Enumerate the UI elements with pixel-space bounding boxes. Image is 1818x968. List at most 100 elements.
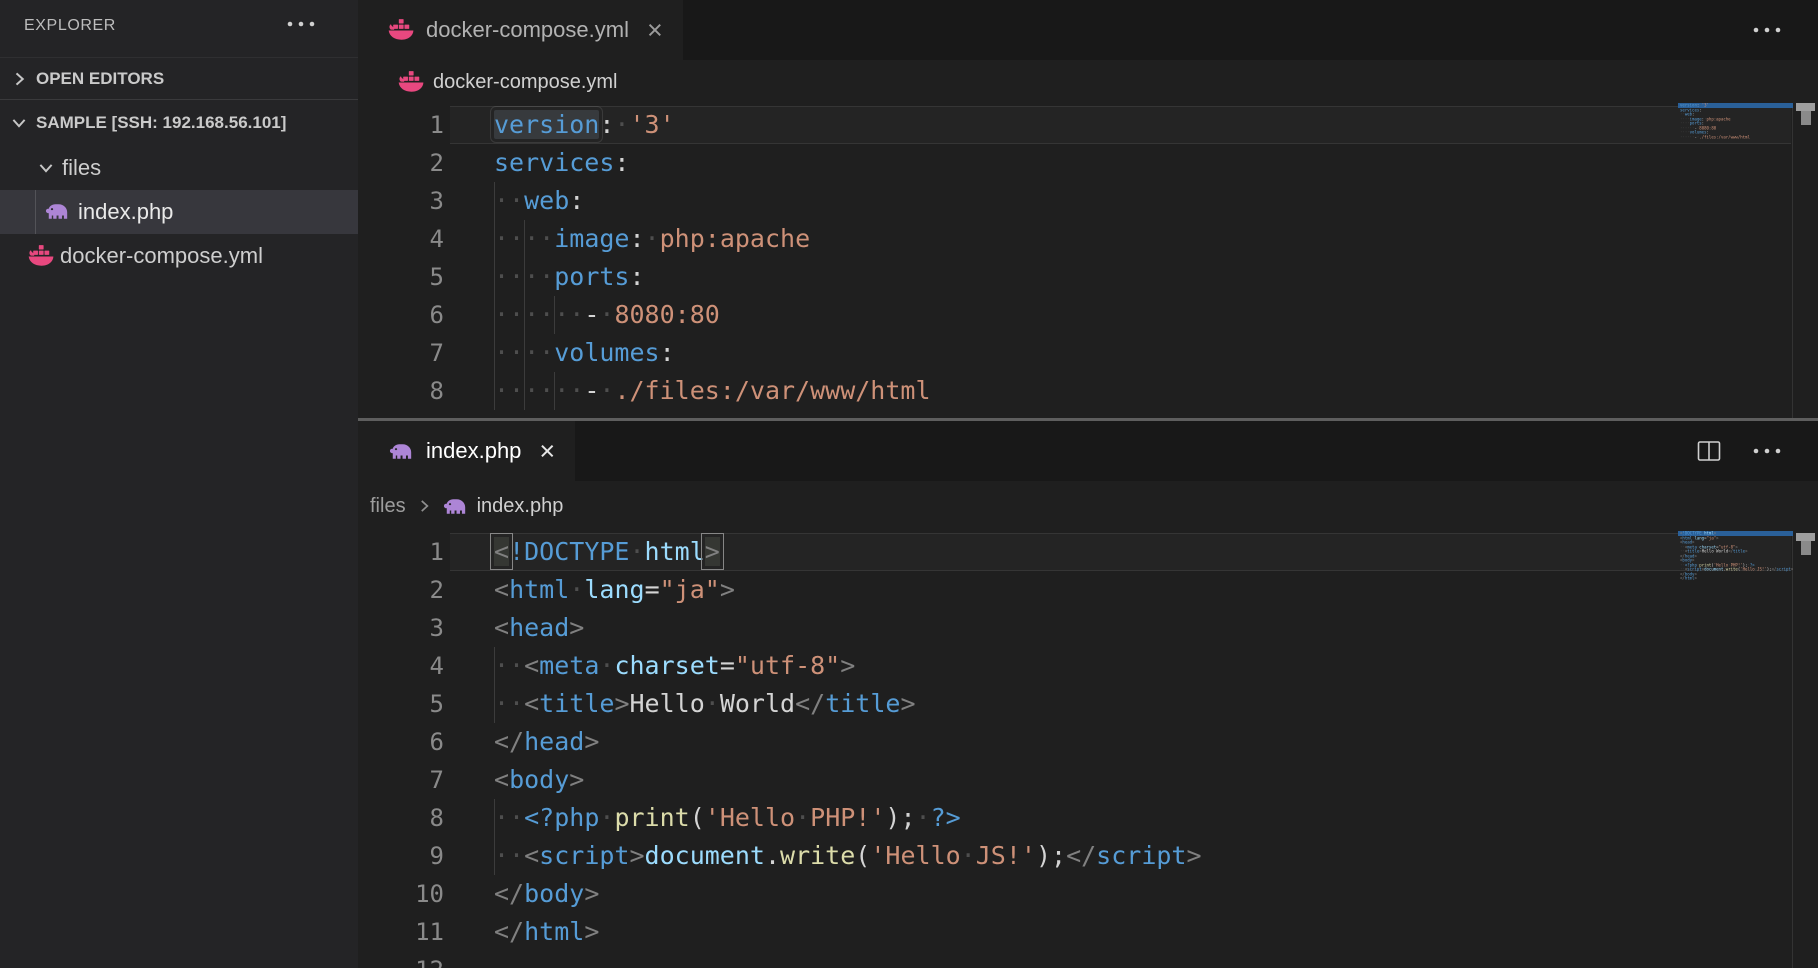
code-line[interactable]: 10 </body> — [358, 875, 1818, 913]
code-editor-index-php[interactable]: 1<!DOCTYPE·html>2<html·lang="ja">3<head>… — [358, 531, 1818, 968]
code-line[interactable]: 7<body> — [358, 761, 1818, 799]
tree-item-index-php[interactable]: index.php — [0, 190, 358, 234]
tree-item-docker-compose-yml[interactable]: docker-compose.yml — [0, 234, 358, 278]
line-number[interactable]: 9 — [358, 410, 444, 418]
minimap-line: </html> — [1680, 576, 1697, 581]
code-line[interactable]: 4····image:·php:apache — [358, 220, 1818, 258]
section-workspace-sample[interactable]: SAMPLE [SSH: 192.168.56.101] — [0, 99, 358, 145]
line-number[interactable]: 9 — [358, 837, 444, 875]
code-text: <!DOCTYPE·html> — [494, 533, 720, 571]
more-actions-icon[interactable] — [1752, 447, 1782, 455]
scrollbar-thumb[interactable] — [1801, 541, 1811, 555]
code-text: <head> — [494, 609, 584, 647]
line-number[interactable]: 7 — [358, 334, 444, 372]
line-number[interactable]: 11 — [358, 913, 444, 951]
line-number[interactable]: 8 — [358, 372, 444, 410]
tree-item-label: index.php — [78, 199, 173, 225]
close-icon[interactable]: × — [539, 438, 555, 465]
tab-label: docker-compose.yml — [426, 17, 629, 43]
code-line[interactable]: 2<html·lang="ja"> — [358, 571, 1818, 609]
editor-split-sash[interactable] — [358, 418, 1818, 421]
line-number[interactable]: 2 — [358, 144, 444, 182]
line-number[interactable]: 8 — [358, 799, 444, 837]
code-text: </body> — [494, 875, 599, 913]
breadcrumb: files index.php — [358, 481, 1818, 531]
explorer-title: EXPLORER — [24, 17, 116, 35]
tab-bar: docker-compose.yml × — [358, 0, 1818, 60]
tree-indent-guide — [35, 190, 36, 234]
line-number[interactable]: 1 — [358, 106, 444, 144]
scrollbar-thumb[interactable] — [1796, 533, 1815, 541]
php-icon — [442, 496, 468, 516]
minimap[interactable]: version:·'3'services:··web:····image:·ph… — [1678, 103, 1793, 145]
code-line[interactable]: 6 ······-·8080:80 — [358, 296, 1818, 334]
code-line[interactable]: 9 — [358, 410, 1818, 418]
code-line[interactable]: 4··<meta·charset="utf-8"> — [358, 647, 1818, 685]
code-text: </head> — [494, 723, 599, 761]
code-line[interactable]: 11</html> — [358, 913, 1818, 951]
line-number[interactable]: 1 — [358, 533, 444, 571]
code-line[interactable]: 6 </head> — [358, 723, 1818, 761]
php-icon — [44, 201, 70, 221]
section-label: SAMPLE [SSH: 192.168.56.101] — [36, 113, 286, 133]
line-number[interactable]: 5 — [358, 258, 444, 296]
chevron-down-icon — [36, 158, 56, 178]
line-number[interactable]: 3 — [358, 182, 444, 220]
line-number[interactable]: 5 — [358, 685, 444, 723]
scrollbar-thumb[interactable] — [1801, 111, 1811, 125]
explorer-more-icon[interactable] — [286, 20, 316, 28]
code-line[interactable]: 1 <!DOCTYPE·html> — [358, 533, 1818, 571]
section-open-editors[interactable]: OPEN EDITORS — [0, 57, 358, 99]
code-text: ····ports: — [494, 258, 645, 296]
chevron-down-icon — [9, 113, 29, 133]
line-number[interactable]: 10 — [358, 875, 444, 913]
line-number[interactable]: 2 — [358, 571, 444, 609]
breadcrumb-item[interactable]: index.php — [477, 495, 564, 518]
code-line[interactable]: 8 ··<?php·print('Hello·PHP!');·?> — [358, 799, 1818, 837]
code-line[interactable]: 7····volumes: — [358, 334, 1818, 372]
split-editor-icon[interactable] — [1696, 438, 1722, 464]
section-label: OPEN EDITORS — [36, 69, 164, 89]
line-number[interactable]: 12 — [358, 951, 444, 968]
docker-icon — [388, 19, 414, 41]
code-line[interactable]: 9··<script>document.write('Hello·JS!');<… — [358, 837, 1818, 875]
code-text: version:·'3' — [494, 106, 675, 144]
breadcrumb: docker-compose.yml — [358, 60, 1818, 104]
code-line[interactable]: 8······-·./files:/var/www/html — [358, 372, 1818, 410]
explorer-header: EXPLORER — [0, 0, 358, 56]
explorer-sidebar: EXPLORER OPEN EDITORS SAMPLE [SSH: 192.1… — [0, 0, 358, 968]
code-line[interactable]: 3 <head> — [358, 609, 1818, 647]
code-text: ··<?php·print('Hello·PHP!');·?> — [494, 799, 961, 837]
code-line[interactable]: 12 — [358, 951, 1818, 968]
code-line[interactable]: 3··web: — [358, 182, 1818, 220]
tab-docker-compose[interactable]: docker-compose.yml × — [358, 0, 683, 60]
minimap-line: ······-·./files:/var/www/html — [1680, 135, 1750, 140]
code-line[interactable]: 5··<title>Hello·World</title> — [358, 685, 1818, 723]
line-number[interactable]: 6 — [358, 723, 444, 761]
vscode-window: EXPLORER OPEN EDITORS SAMPLE [SSH: 192.1… — [0, 0, 1818, 968]
close-icon[interactable]: × — [647, 17, 663, 44]
tree-item-files[interactable]: files — [0, 146, 358, 190]
code-editor-docker-compose[interactable]: 1 version:·'3'2services:3··web:4····image… — [358, 104, 1818, 418]
line-number[interactable]: 4 — [358, 220, 444, 258]
editor-group-bottom: index.php × files index.php 1 <!DOCTYPE·h… — [358, 421, 1818, 968]
breadcrumb-item[interactable]: files — [370, 495, 406, 518]
minimap[interactable]: <!DOCTYPE·html><html·lang="ja"><head>··<… — [1678, 531, 1793, 587]
code-text: ······-·8080:80 — [494, 296, 720, 334]
code-line[interactable]: 1 version:·'3' — [358, 106, 1818, 144]
line-number[interactable]: 3 — [358, 609, 444, 647]
scrollbar-thumb[interactable] — [1796, 103, 1815, 111]
tab-index-php[interactable]: index.php × — [358, 421, 575, 481]
code-line[interactable]: 5 ····ports: — [358, 258, 1818, 296]
more-actions-icon[interactable] — [1752, 26, 1782, 34]
tab-bar: index.php × — [358, 421, 1818, 481]
minimap-line: <!DOCTYPE·html> — [1680, 531, 1716, 536]
line-number[interactable]: 7 — [358, 761, 444, 799]
minimap-line: ····ports: — [1680, 121, 1704, 126]
code-line[interactable]: 2services: — [358, 144, 1818, 182]
breadcrumb-item[interactable]: docker-compose.yml — [433, 71, 618, 94]
minimap-line: <head> — [1680, 540, 1694, 545]
line-number[interactable]: 4 — [358, 647, 444, 685]
line-number[interactable]: 6 — [358, 296, 444, 334]
tree-item-label: docker-compose.yml — [60, 243, 263, 269]
